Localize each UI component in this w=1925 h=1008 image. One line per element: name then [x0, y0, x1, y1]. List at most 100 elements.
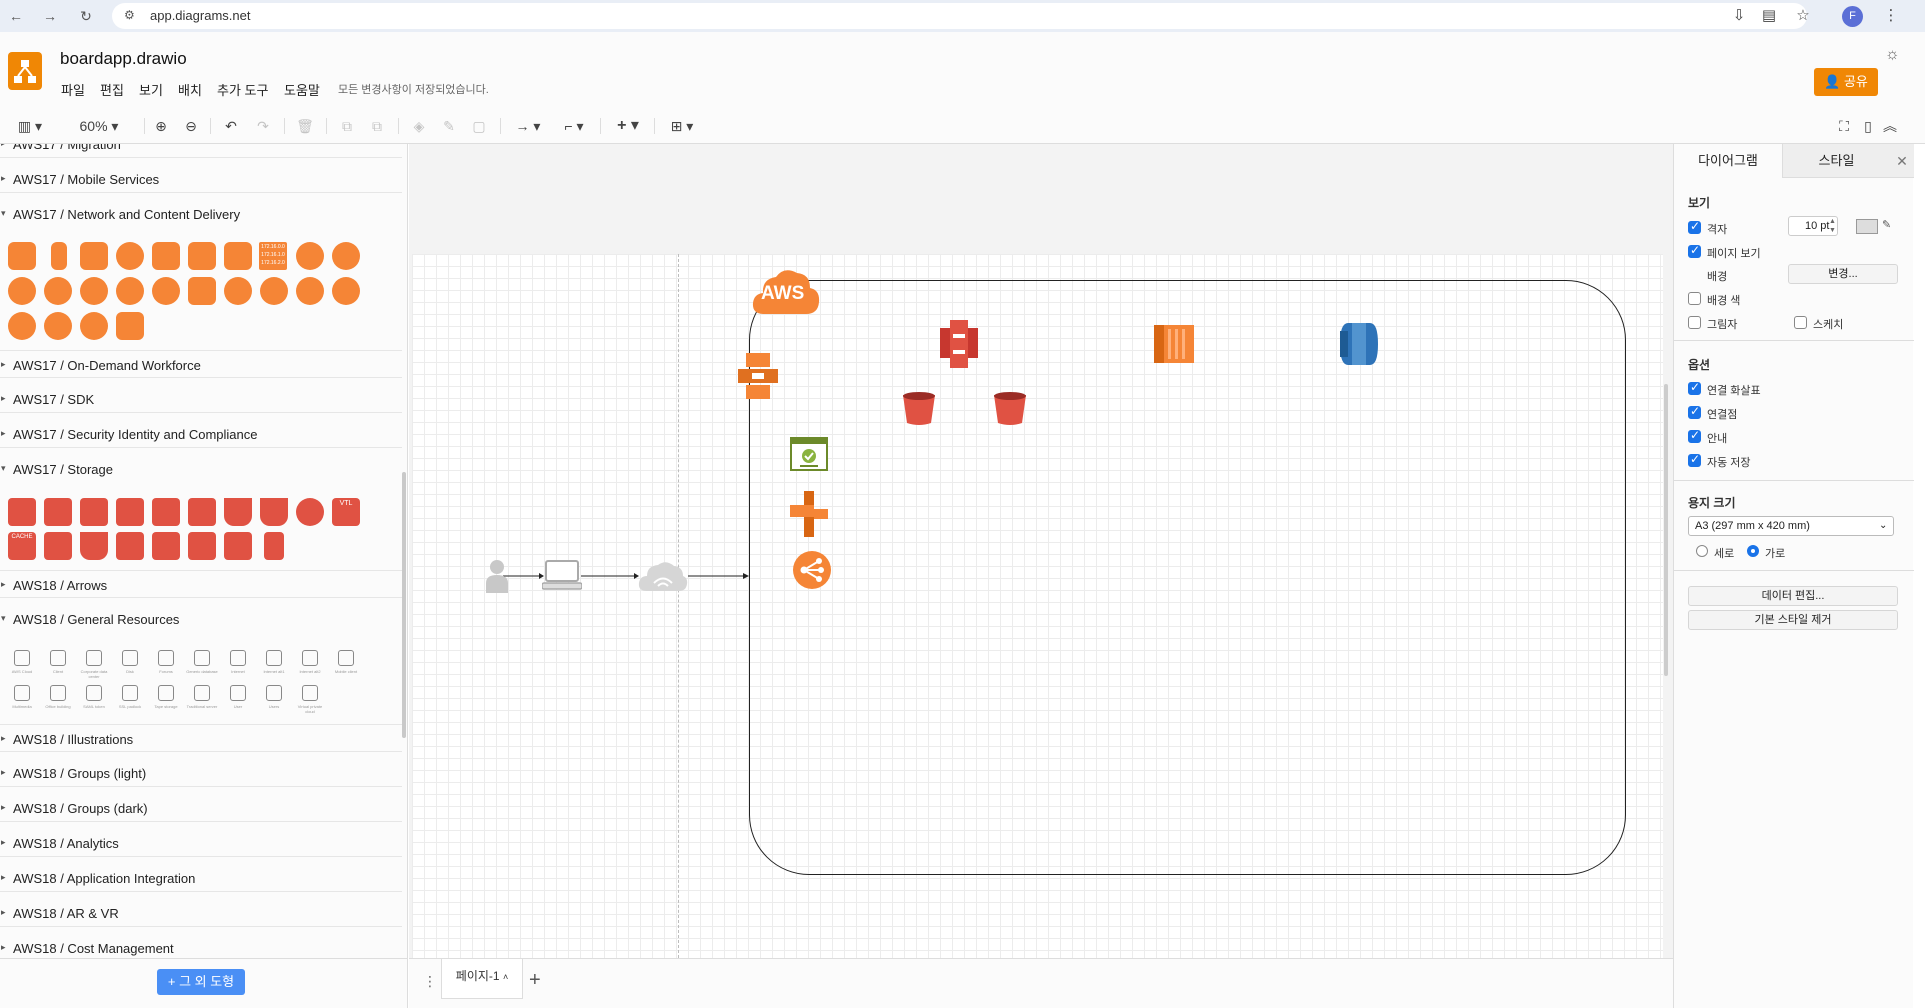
user-shape[interactable] [486, 559, 508, 598]
section-aws17-on-demand-workforce[interactable]: ▸ AWS17 / On-Demand Workforce [0, 350, 402, 378]
shape-icon[interactable] [224, 532, 252, 560]
insert-icon[interactable]: + ▾ [610, 116, 646, 136]
load-balancer-shape[interactable] [792, 550, 832, 595]
sidebar-scrollbar[interactable] [402, 472, 406, 738]
delete-icon[interactable]: 🗑 [294, 116, 316, 136]
general-resource-shape[interactable]: Client [46, 650, 70, 680]
menu-file[interactable]: 파일 [61, 80, 85, 99]
shape-icon[interactable] [188, 242, 216, 270]
general-resource-shape[interactable]: Virtual private cloud [298, 685, 322, 715]
shape-icon[interactable] [332, 277, 360, 305]
change-background-button[interactable]: 변경... [1788, 264, 1898, 284]
general-resource-shape[interactable]: Generic database [186, 650, 218, 680]
shadow-icon[interactable]: ▢ [468, 116, 490, 136]
section-aws18-illustrations[interactable]: ▸ AWS18 / Illustrations [0, 724, 402, 752]
shape-icon[interactable] [80, 242, 108, 270]
edit-data-button[interactable]: 데이터 편집... [1688, 586, 1898, 606]
bucket-icon[interactable] [224, 498, 252, 526]
s3-bucket-shape[interactable] [902, 391, 936, 430]
menu-help[interactable]: 도움말 [284, 80, 320, 99]
shape-icon[interactable] [44, 498, 72, 526]
menu-view[interactable]: 보기 [139, 80, 163, 99]
shape-icon[interactable] [8, 242, 36, 270]
section-aws18-groups-dark[interactable]: ▸ AWS18 / Groups (dark) [0, 794, 402, 822]
background-color-checkbox[interactable] [1688, 292, 1701, 305]
shape-icon[interactable] [44, 277, 72, 305]
forward-icon[interactable]: → [40, 6, 60, 26]
shape-icon[interactable] [188, 532, 216, 560]
connection-points-checkbox[interactable] [1688, 404, 1701, 419]
shape-icon[interactable] [152, 532, 180, 560]
pages-menu-icon[interactable]: ⋮ [423, 973, 437, 990]
general-resource-shape[interactable]: Tape storage [154, 685, 178, 715]
section-aws18-ar-vr[interactable]: ▸ AWS18 / AR & VR [0, 899, 402, 927]
section-aws17-migration[interactable]: ▸AWS17 / Migration [0, 144, 402, 158]
shape-icon[interactable] [296, 242, 324, 270]
general-resource-shape[interactable]: SAML token [82, 685, 106, 715]
bucket-icon[interactable] [80, 532, 108, 560]
general-resource-shape[interactable]: Internet alt2 [298, 650, 322, 680]
shape-icon[interactable] [116, 277, 144, 305]
shape-icon[interactable] [8, 312, 36, 340]
general-resource-shape[interactable]: Internet alt1 [262, 650, 286, 680]
share-button[interactable]: 👤 공유 [1814, 68, 1878, 96]
client-laptop-shape[interactable] [541, 560, 583, 597]
more-shapes-button[interactable]: + 그 외 도형 [157, 969, 245, 995]
grid-color-swatch[interactable] [1856, 219, 1878, 234]
shape-icon[interactable] [80, 312, 108, 340]
stepper-icon[interactable]: ▲ ▼ [1829, 217, 1836, 235]
shape-icon[interactable] [8, 498, 36, 526]
section-aws18-arrows[interactable]: ▸ AWS18 / Arrows [0, 570, 402, 598]
shape-icon[interactable] [44, 312, 72, 340]
bucket-icon[interactable] [260, 498, 288, 526]
file-name[interactable]: boardapp.drawio [60, 49, 187, 69]
cache-icon[interactable]: CACHE [8, 532, 36, 560]
format-panel-toggle-icon[interactable]: ▥ ▾ [12, 116, 48, 136]
waypoint-style-icon[interactable]: ⌐ ▾ [556, 116, 592, 136]
add-page-icon[interactable]: + [529, 969, 541, 992]
connection-arrows-checkbox[interactable] [1688, 380, 1701, 395]
redo-icon[interactable]: ↷ [252, 116, 274, 136]
toggle-panel-icon[interactable]: ▯ [1858, 116, 1878, 136]
general-resource-shape[interactable]: Mobile client [334, 650, 358, 680]
clear-default-style-button[interactable]: 기본 스타일 제거 [1688, 610, 1898, 630]
grid-size-input[interactable]: 10 pt ▲ ▼ [1788, 216, 1838, 236]
install-app-icon[interactable]: ⇩ [1728, 5, 1750, 27]
back-icon[interactable]: ← [6, 6, 26, 26]
portrait-radio[interactable] [1696, 545, 1708, 557]
shape-icon[interactable] [224, 242, 252, 270]
general-resource-shape[interactable]: SSL padlock [118, 685, 142, 715]
close-icon[interactable]: ✕ [1890, 144, 1914, 178]
edit-pencil-icon[interactable]: ✎ [1882, 218, 1891, 231]
section-aws18-application-integration[interactable]: ▸ AWS18 / Application Integration [0, 864, 402, 892]
shape-icon[interactable] [296, 277, 324, 305]
general-resource-shape[interactable]: Users [262, 685, 286, 715]
general-resource-shape[interactable]: Traditional server [187, 685, 217, 715]
landscape-radio[interactable] [1747, 545, 1759, 557]
theme-sun-icon[interactable]: ☼ [1885, 46, 1900, 64]
general-resource-shape[interactable]: User [226, 685, 250, 715]
save-page-icon[interactable]: ▤ [1758, 5, 1780, 27]
shape-icon[interactable] [152, 242, 180, 270]
shape-icon[interactable] [332, 242, 360, 270]
shape-icon[interactable] [116, 312, 144, 340]
ec2-shape[interactable] [1154, 321, 1194, 372]
grid-checkbox[interactable] [1688, 219, 1701, 234]
tab-page-1[interactable]: 페이지-1 ˄ [441, 959, 523, 999]
site-info-icon[interactable]: ⚙ [124, 8, 135, 22]
subnet-table-icon[interactable]: 172.16.0.0 172.16.1.0 172.16.2.0 [259, 242, 287, 270]
zoom-in-icon[interactable]: ⊕ [150, 116, 172, 136]
shape-icon[interactable] [188, 277, 216, 305]
fill-color-icon[interactable]: ◈ [408, 116, 430, 136]
section-aws17-sdk[interactable]: ▸ AWS17 / SDK [0, 385, 402, 413]
internet-cloud-shape[interactable] [637, 561, 689, 598]
shape-icon[interactable] [152, 277, 180, 305]
s3-shape[interactable] [940, 320, 978, 373]
section-aws18-analytics[interactable]: ▸ AWS18 / Analytics [0, 829, 402, 857]
zoom-select[interactable]: 60% ▾ [66, 116, 132, 136]
general-resource-shape[interactable]: Disk [118, 650, 142, 680]
bookmark-star-icon[interactable]: ☆ [1792, 5, 1814, 27]
certificate-manager-shape[interactable] [790, 437, 828, 476]
zoom-out-icon[interactable]: ⊖ [180, 116, 202, 136]
menu-edit[interactable]: 편집 [100, 80, 124, 99]
